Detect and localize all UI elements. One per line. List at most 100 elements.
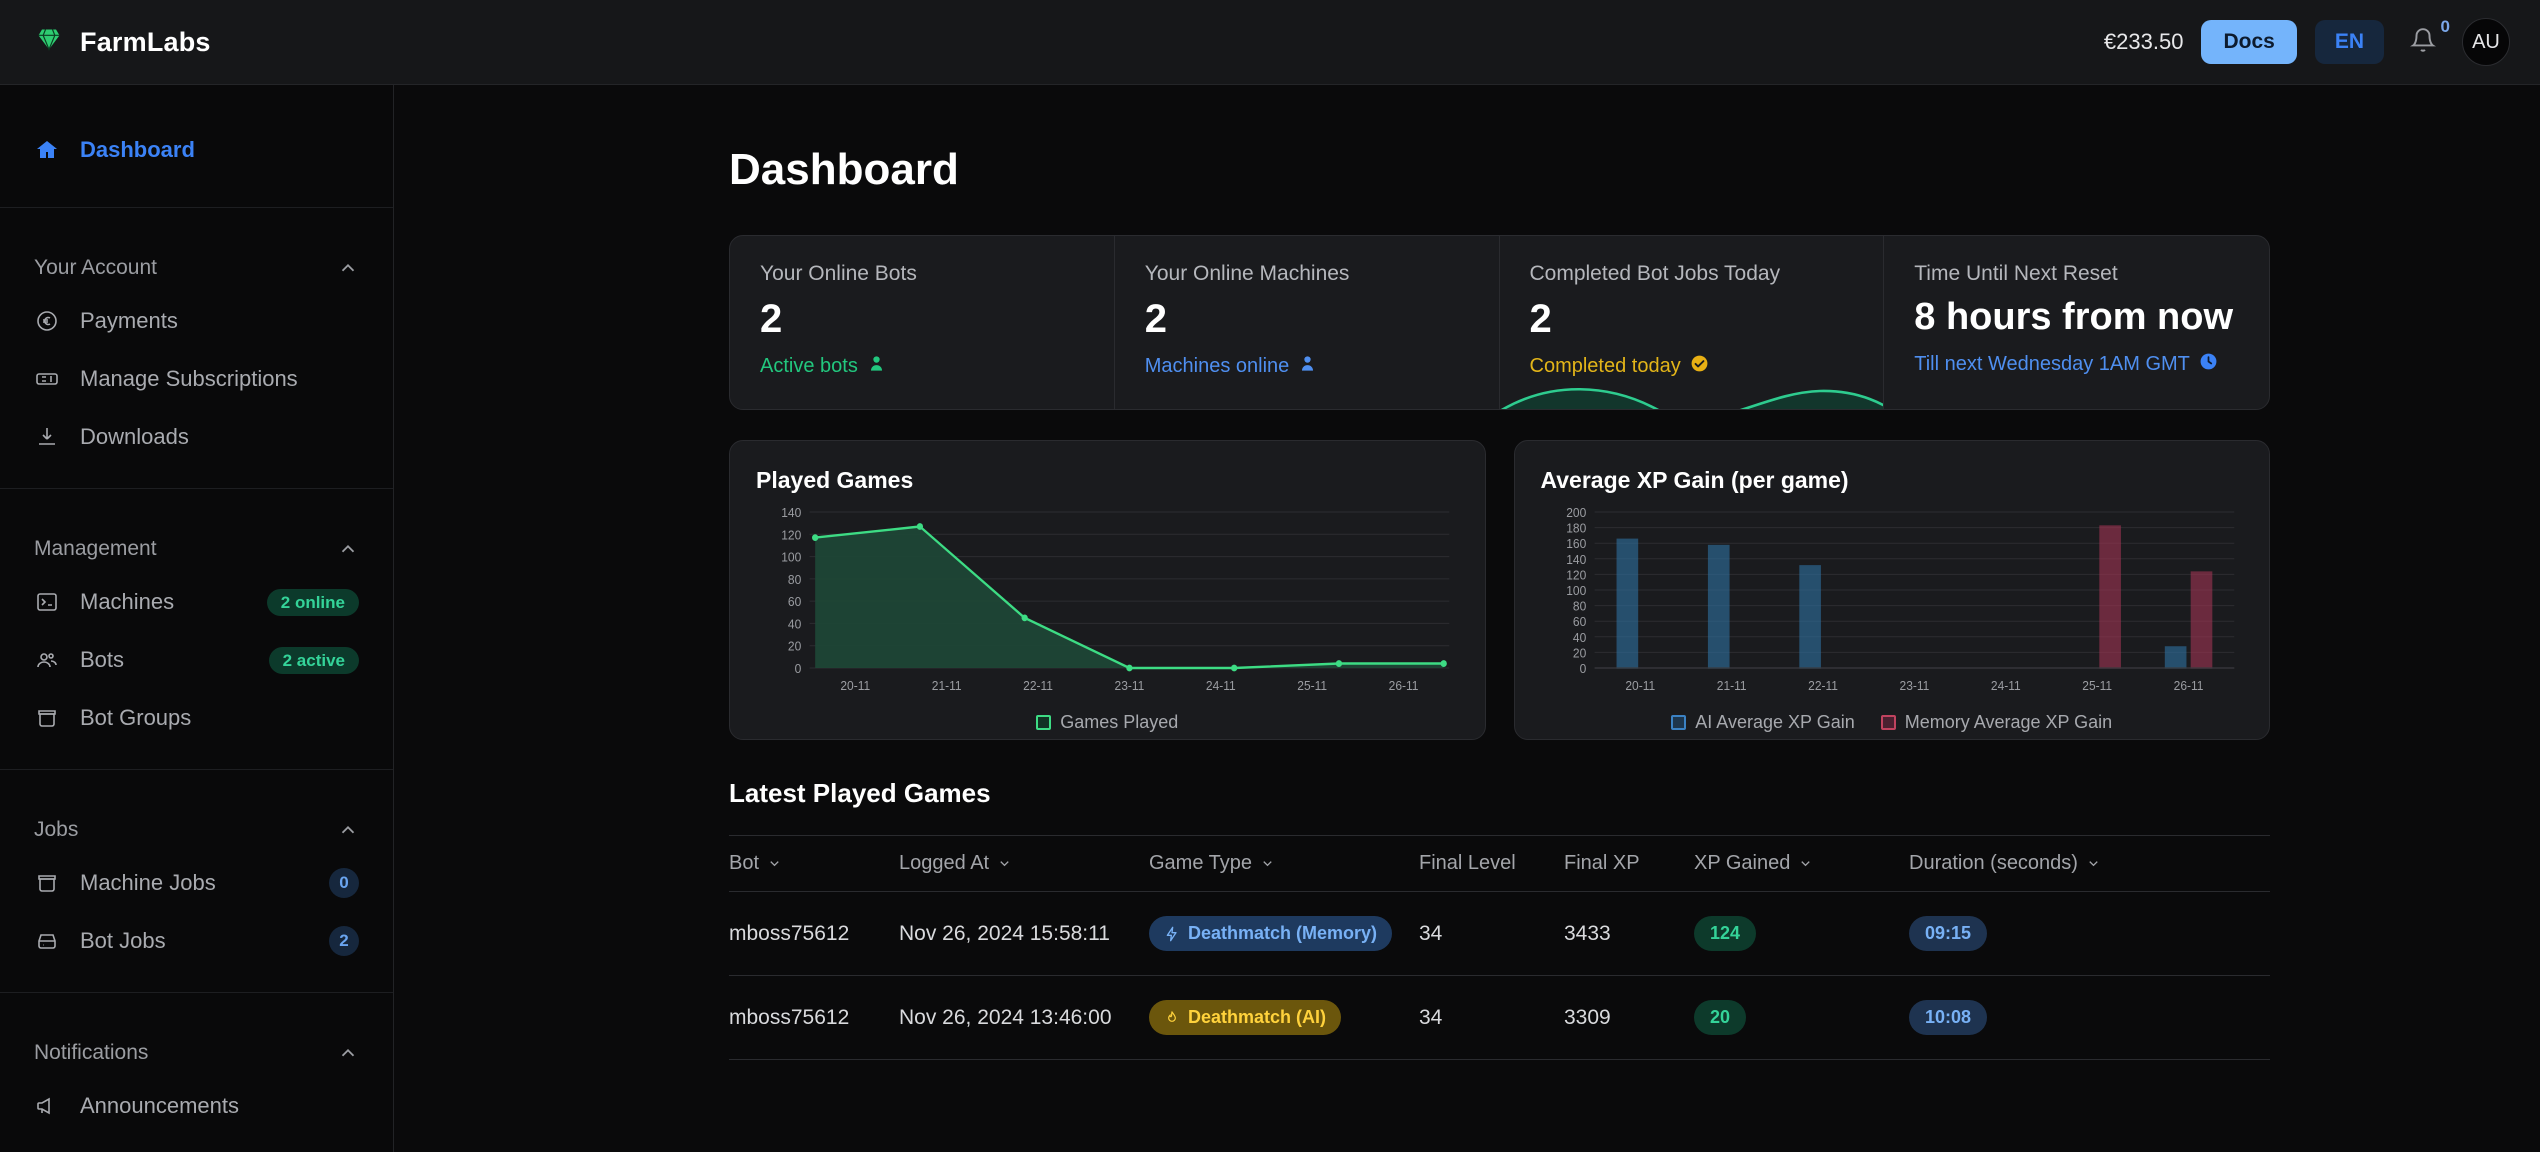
stat-label: Your Online Bots <box>760 262 917 285</box>
svg-text:140: 140 <box>781 506 801 521</box>
svg-text:0: 0 <box>795 662 802 677</box>
svg-text:22-11: 22-11 <box>1808 679 1838 694</box>
stat-sub-label: Machines online <box>1144 355 1290 377</box>
sidebar-section-header[interactable]: Your Account <box>0 244 393 292</box>
column-header-bot[interactable]: Bot <box>729 835 899 892</box>
column-header-xp-gained[interactable]: XP Gained <box>1694 835 1909 892</box>
column-header-logged-at[interactable]: Logged At <box>899 835 1149 892</box>
stat-value: 2 <box>760 297 783 341</box>
cell-final-xp: 3309 <box>1564 975 1694 1060</box>
column-label: XP Gained <box>1694 852 1791 874</box>
cell-logged-at: Nov 26, 2024 15:58:11 <box>899 891 1149 976</box>
avatar[interactable]: AU <box>2462 18 2510 66</box>
xp-gained-badge: 124 <box>1694 916 1757 951</box>
table-row[interactable]: mboss75612 Nov 26, 2024 13:46:00 Deathma… <box>729 975 2270 1060</box>
svg-text:21-11: 21-11 <box>932 679 962 694</box>
duration-badge: 10:08 <box>1909 1000 1988 1035</box>
column-header-duration[interactable]: Duration (seconds) <box>1909 835 2270 892</box>
duration-badge: 09:15 <box>1909 916 1988 951</box>
svg-text:40: 40 <box>1572 630 1585 645</box>
bell-icon <box>2410 27 2436 58</box>
sidebar-item-payments[interactable]: Payments <box>0 292 393 350</box>
notifications-button[interactable]: 0 <box>2402 17 2450 63</box>
svg-text:22-11: 22-11 <box>1023 679 1053 694</box>
stat-sub-label: Till next Wednesday 1AM GMT <box>1914 352 2190 375</box>
column-label: Bot <box>729 852 760 874</box>
svg-text:25-11: 25-11 <box>1297 679 1327 694</box>
legend-item[interactable]: AI Average XP Gain <box>1671 712 1855 733</box>
column-label: Game Type <box>1149 852 1253 874</box>
table-body: mboss75612 Nov 26, 2024 15:58:11 Deathma… <box>729 891 2270 1060</box>
megaphone-icon <box>34 1093 60 1119</box>
stat-sub: Till next Wednesday 1AM GMT <box>1914 352 2239 377</box>
sidebar-item-bots[interactable]: Bots 2 active <box>0 631 393 689</box>
sidebar-item-machine-jobs[interactable]: Machine Jobs 0 <box>0 854 393 912</box>
legend-swatch <box>1036 715 1052 730</box>
svg-text:180: 180 <box>1566 521 1586 536</box>
stat-value: 2 <box>1144 297 1167 341</box>
sidebar-item-label: Bots <box>80 647 125 672</box>
svg-text:20-11: 20-11 <box>840 679 870 694</box>
column-header-game-type[interactable]: Game Type <box>1149 835 1419 892</box>
sidebar-item-downloads[interactable]: Downloads <box>0 408 393 466</box>
sidebar-item-dashboard[interactable]: Dashboard <box>0 121 393 179</box>
svg-text:25-11: 25-11 <box>2082 679 2112 694</box>
cell-game-type: Deathmatch (AI) <box>1149 975 1419 1060</box>
column-label: Duration (seconds) <box>1909 852 2078 874</box>
stat-card-completed-jobs: Completed Bot Jobs Today 2 Completed tod… <box>1500 236 1885 409</box>
svg-text:26-11: 26-11 <box>1389 679 1419 694</box>
sidebar-top: Dashboard <box>0 105 393 208</box>
legend-label: Memory Average XP Gain <box>1904 712 2113 732</box>
svg-text:160: 160 <box>1566 537 1586 552</box>
sidebar-section-header[interactable]: Notifications <box>0 1029 393 1077</box>
svg-text:23-11: 23-11 <box>1115 679 1145 694</box>
sidebar-item-label: Dashboard <box>80 137 195 162</box>
legend-item[interactable]: Memory Average XP Gain <box>1880 712 2113 733</box>
brand[interactable]: FarmLabs <box>34 26 211 59</box>
main-content: Dashboard Your Online Bots 2 Active bots… <box>394 85 2540 1152</box>
chevron-down-icon <box>2089 861 2098 867</box>
cell-bot: mboss75612 <box>729 975 899 1060</box>
column-label: Final Level <box>1419 852 1516 874</box>
home-icon <box>34 137 60 163</box>
svg-text:60: 60 <box>788 595 801 610</box>
stat-label: Completed Bot Jobs Today <box>1529 262 1781 285</box>
docs-button[interactable]: Docs <box>2201 20 2297 64</box>
sidebar-item-machines[interactable]: Machines 2 online <box>0 573 393 631</box>
sidebar-item-bot-jobs[interactable]: Bot Jobs 2 <box>0 912 393 970</box>
legend-swatch <box>1671 715 1687 730</box>
sidebar: Dashboard Your Account Payments Manage S… <box>0 85 394 1152</box>
game-type-label: Deathmatch (AI) <box>1188 1007 1327 1027</box>
download-icon <box>34 424 60 450</box>
svg-text:26-11: 26-11 <box>2173 679 2203 694</box>
game-type-label: Deathmatch (Memory) <box>1188 923 1378 943</box>
svg-text:20: 20 <box>1572 646 1585 661</box>
svg-text:140: 140 <box>1566 552 1586 567</box>
cell-duration: 10:08 <box>1909 975 2270 1060</box>
legend-item[interactable]: Games Played <box>1036 712 1178 733</box>
sidebar-section-header[interactable]: Jobs <box>0 806 393 854</box>
sidebar-item-bot-groups[interactable]: Bot Groups <box>0 689 393 747</box>
status-badge: 2 online <box>266 588 359 616</box>
app-root: FarmLabs €233.50 Docs EN 0 AU Dashboard … <box>0 0 2540 1152</box>
brand-name: FarmLabs <box>80 26 211 57</box>
cell-game-type: Deathmatch (Memory) <box>1149 891 1419 976</box>
top-bar-actions: €233.50 Docs EN 0 AU <box>2104 17 2510 66</box>
chevron-down-icon <box>1801 861 1811 867</box>
euro-circle-icon <box>34 308 60 334</box>
person-icon <box>1298 354 1317 379</box>
flame-icon <box>1168 1010 1176 1022</box>
language-button[interactable]: EN <box>2314 20 2384 64</box>
svg-text:21-11: 21-11 <box>1716 679 1746 694</box>
sidebar-item-announcements[interactable]: Announcements <box>0 1077 393 1135</box>
sidebar-item-manage-subscriptions[interactable]: Manage Subscriptions <box>0 350 393 408</box>
cell-logged-at: Nov 26, 2024 13:46:00 <box>899 975 1149 1060</box>
job-count-badge: 0 <box>329 868 359 898</box>
sidebar-section-header[interactable]: Management <box>0 525 393 573</box>
stat-value: 8 hours from now <box>1914 296 2234 338</box>
column-label: Final XP <box>1564 852 1640 874</box>
chevron-down-icon <box>770 861 779 867</box>
svg-text:20: 20 <box>788 639 801 654</box>
person-icon <box>867 354 886 379</box>
table-row[interactable]: mboss75612 Nov 26, 2024 15:58:11 Deathma… <box>729 891 2270 976</box>
